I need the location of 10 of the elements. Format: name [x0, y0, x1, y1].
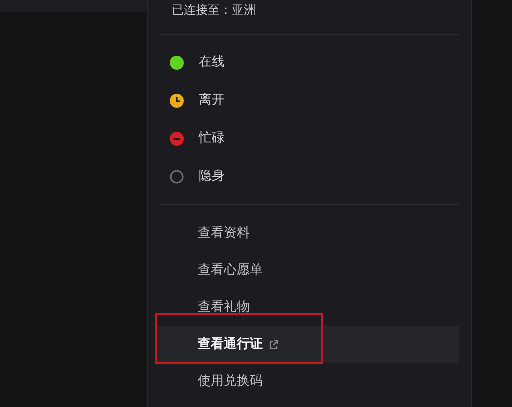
connection-status: 已连接至：亚洲 [172, 2, 256, 19]
menu-item[interactable]: 查看资料 [155, 215, 459, 252]
status-option[interactable]: 忙碌 [199, 129, 225, 149]
menu-item-hovered[interactable]: 查看通行证 [155, 326, 459, 363]
status-option[interactable]: 隐身 [199, 167, 225, 187]
menu-item[interactable]: 使用兑换码 [155, 363, 459, 400]
status-option[interactable]: 离开 [199, 91, 225, 111]
status-option[interactable]: 在线 [199, 53, 225, 73]
menu-item[interactable]: 查看心愿单 [155, 252, 459, 289]
menu-item[interactable]: 查看礼物 [155, 289, 459, 326]
